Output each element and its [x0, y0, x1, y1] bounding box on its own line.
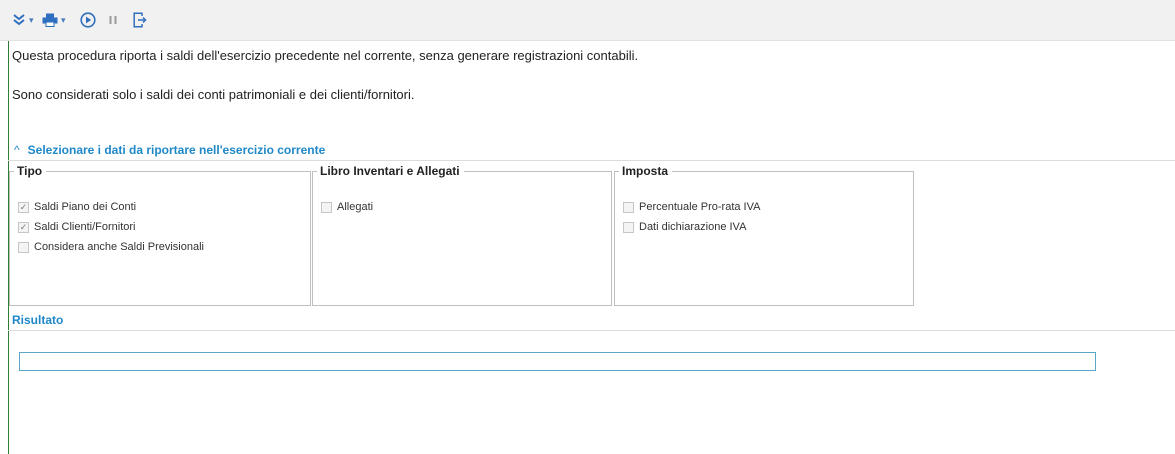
group-tipo: Tipo ✓ Saldi Piano dei Conti ✓ Saldi Cli… [9, 164, 311, 306]
checkbox-label: Considera anche Saldi Previsionali [34, 241, 204, 253]
printer-icon [42, 13, 58, 27]
checkbox-unchecked-icon[interactable] [623, 221, 634, 233]
double-chevron-down-icon [12, 13, 26, 27]
result-label: Risultato [12, 313, 64, 327]
exit-button[interactable] [133, 0, 147, 40]
intro-text-2: Sono considerati solo i saldi dei conti … [12, 87, 415, 102]
run-button[interactable] [80, 0, 96, 40]
checkbox-label: Percentuale Pro-rata IVA [639, 201, 761, 213]
checkbox-unchecked-icon[interactable] [321, 201, 332, 213]
print-button[interactable]: ▾ [42, 0, 66, 40]
checkbox-label: Saldi Piano dei Conti [34, 201, 137, 213]
checkbox-saldi-piano-conti[interactable]: ✓ Saldi Piano dei Conti [18, 201, 136, 213]
checkbox-saldi-clienti-fornitori[interactable]: ✓ Saldi Clienti/Fornitori [18, 221, 135, 233]
checkbox-allegati[interactable]: Allegati [321, 201, 373, 213]
chevron-up-icon: ^ [14, 143, 20, 157]
group-imposta: Imposta Percentuale Pro-rata IVA Dati di… [614, 164, 914, 306]
group-libro-inventari: Libro Inventari e Allegati Allegati [312, 164, 612, 306]
divider [8, 160, 1175, 161]
checkbox-label: Saldi Clienti/Fornitori [34, 221, 136, 233]
checkbox-unchecked-icon[interactable] [623, 201, 634, 213]
dropdown-caret-icon[interactable]: ▾ [29, 15, 34, 26]
checkbox-checked-icon[interactable]: ✓ [18, 221, 29, 233]
group-title: Imposta [622, 164, 669, 178]
toolbar: ▾ ▾ [0, 0, 1175, 41]
section-toggle[interactable]: ^ Selezionare i dati da riportare nell'e… [14, 143, 325, 157]
section-title: Selezionare i dati da riportare nell'ese… [27, 143, 326, 157]
checkbox-percentuale-pro-rata[interactable]: Percentuale Pro-rata IVA [623, 201, 760, 213]
checkbox-label: Dati dichiarazione IVA [639, 221, 747, 233]
result-field[interactable] [19, 352, 1096, 371]
exit-icon [133, 12, 147, 28]
checkbox-saldi-previsionali[interactable]: Considera anche Saldi Previsionali [18, 241, 204, 253]
pause-button[interactable] [107, 0, 119, 40]
checkbox-checked-icon[interactable]: ✓ [18, 201, 29, 213]
pause-icon [107, 14, 119, 26]
group-title: Libro Inventari e Allegati [320, 164, 460, 178]
intro-text-1: Questa procedura riporta i saldi dell'es… [12, 48, 639, 63]
play-icon [80, 12, 96, 28]
checkbox-label: Allegati [337, 201, 374, 213]
expand-button[interactable]: ▾ [12, 0, 34, 40]
checkbox-unchecked-icon[interactable] [18, 241, 29, 253]
divider [8, 330, 1175, 331]
checkbox-dati-dichiarazione-iva[interactable]: Dati dichiarazione IVA [623, 221, 746, 233]
dropdown-caret-icon[interactable]: ▾ [61, 15, 66, 26]
group-title: Tipo [17, 164, 43, 178]
